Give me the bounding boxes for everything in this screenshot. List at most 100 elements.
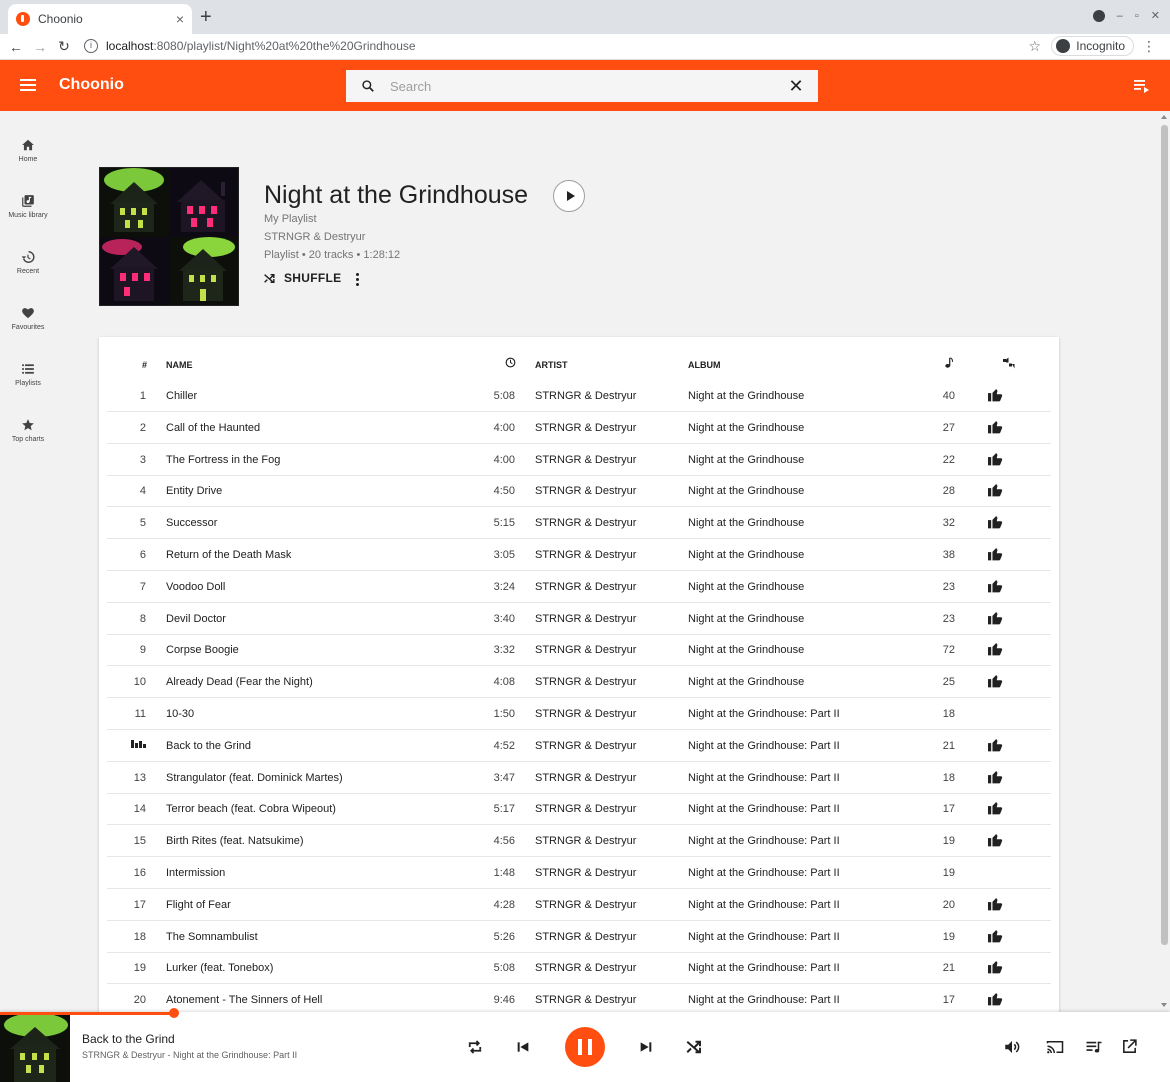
table-row[interactable]: 15 Birth Rites (feat. Natsukime) 4:56 STRNG… bbox=[107, 825, 1051, 858]
track-artist[interactable]: STRNGR & Destryur bbox=[535, 422, 636, 434]
thumbs-up-icon[interactable] bbox=[987, 770, 1003, 787]
table-row[interactable]: 1 Chiller 5:08 STRNGR & Destryur Night at th… bbox=[107, 380, 1051, 412]
thumbs-up-icon[interactable] bbox=[987, 515, 1003, 532]
app-brand[interactable]: Choonio bbox=[59, 76, 124, 94]
previous-track-icon[interactable] bbox=[515, 1038, 531, 1061]
track-name[interactable]: Corpse Boogie bbox=[166, 644, 239, 656]
duration-clock-icon[interactable] bbox=[505, 357, 516, 370]
thumbs-up-icon[interactable] bbox=[987, 738, 1003, 755]
track-album[interactable]: Night at the Grindhouse: Part II bbox=[688, 931, 840, 943]
track-name[interactable]: Lurker (feat. Tonebox) bbox=[166, 962, 273, 974]
nav-top-charts[interactable]: Top charts bbox=[0, 391, 56, 447]
track-artist[interactable]: STRNGR & Destryur bbox=[535, 867, 636, 879]
track-album[interactable]: Night at the Grindhouse bbox=[688, 422, 804, 434]
track-album[interactable]: Night at the Grindhouse: Part II bbox=[688, 867, 840, 879]
track-artist[interactable]: STRNGR & Destryur bbox=[535, 613, 636, 625]
track-name[interactable]: Birth Rites (feat. Natsukime) bbox=[166, 835, 304, 847]
track-artist[interactable]: STRNGR & Destryur bbox=[535, 549, 636, 561]
open-external-icon[interactable] bbox=[1121, 1038, 1138, 1060]
thumbs-up-icon[interactable] bbox=[987, 929, 1003, 946]
track-name[interactable]: Strangulator (feat. Dominick Martes) bbox=[166, 772, 343, 784]
header-artist[interactable]: ARTIST bbox=[535, 360, 568, 370]
clear-search-button[interactable]: ✕ bbox=[774, 76, 818, 97]
track-artist[interactable]: STRNGR & Destryur bbox=[535, 994, 636, 1006]
track-album[interactable]: Night at the Grindhouse bbox=[688, 549, 804, 561]
track-album[interactable]: Night at the Grindhouse bbox=[688, 613, 804, 625]
nav-music-library[interactable]: Music library bbox=[0, 167, 56, 223]
track-name[interactable]: 10-30 bbox=[166, 708, 194, 720]
track-album[interactable]: Night at the Grindhouse: Part II bbox=[688, 708, 840, 720]
track-artist[interactable]: STRNGR & Destryur bbox=[535, 740, 636, 752]
thumbs-up-icon[interactable] bbox=[987, 611, 1003, 628]
minimize-button[interactable]: – bbox=[1117, 10, 1123, 22]
browser-tab[interactable]: Choonio × bbox=[8, 4, 192, 34]
track-artist[interactable]: STRNGR & Destryur bbox=[535, 835, 636, 847]
thumbs-up-icon[interactable] bbox=[987, 579, 1003, 596]
track-album[interactable]: Night at the Grindhouse: Part II bbox=[688, 962, 840, 974]
queue-icon[interactable] bbox=[1134, 79, 1150, 98]
page-scrollbar[interactable] bbox=[1158, 111, 1170, 1011]
table-row[interactable]: 4 Entity Drive 4:50 STRNGR & Destryur Night … bbox=[107, 475, 1051, 508]
track-artist[interactable]: STRNGR & Destryur bbox=[535, 517, 636, 529]
track-name[interactable]: Back to the Grind bbox=[166, 740, 251, 752]
track-album[interactable]: Night at the Grindhouse bbox=[688, 517, 804, 529]
thumbs-up-icon[interactable] bbox=[987, 960, 1003, 977]
track-artist[interactable]: STRNGR & Destryur bbox=[535, 803, 636, 815]
playback-progress-handle[interactable] bbox=[169, 1008, 180, 1018]
nav-home[interactable]: Home bbox=[0, 111, 56, 167]
track-name[interactable]: Chiller bbox=[166, 390, 197, 402]
table-row[interactable]: 14 Terror beach (feat. Cobra Wipeout) 5:17… bbox=[107, 793, 1051, 826]
track-name[interactable]: Devil Doctor bbox=[166, 613, 226, 625]
track-artist[interactable]: STRNGR & Destryur bbox=[535, 581, 636, 593]
track-album[interactable]: Night at the Grindhouse bbox=[688, 390, 804, 402]
thumbs-up-icon[interactable] bbox=[987, 642, 1003, 659]
repeat-icon[interactable] bbox=[466, 1038, 484, 1061]
track-name[interactable]: Already Dead (Fear the Night) bbox=[166, 676, 313, 688]
pause-button[interactable] bbox=[565, 1027, 605, 1067]
table-row[interactable]: 10 Already Dead (Fear the Night) 4:08 STRNG… bbox=[107, 666, 1051, 699]
search-input[interactable] bbox=[390, 78, 774, 94]
volume-icon[interactable] bbox=[1003, 1038, 1021, 1061]
track-album[interactable]: Night at the Grindhouse: Part II bbox=[688, 803, 840, 815]
table-row[interactable]: 8 Devil Doctor 3:40 STRNGR & Destryur Night … bbox=[107, 603, 1051, 635]
track-artist[interactable]: STRNGR & Destryur bbox=[535, 454, 636, 466]
thumbs-up-icon[interactable] bbox=[987, 801, 1003, 818]
tab-close-button[interactable]: × bbox=[176, 11, 184, 27]
cast-icon[interactable] bbox=[1046, 1038, 1064, 1061]
track-album[interactable]: Night at the Grindhouse: Part II bbox=[688, 772, 840, 784]
track-name[interactable]: The Fortress in the Fog bbox=[166, 454, 280, 466]
track-name[interactable]: Terror beach (feat. Cobra Wipeout) bbox=[166, 803, 336, 815]
track-artist[interactable]: STRNGR & Destryur bbox=[535, 644, 636, 656]
scrollbar-thumb[interactable] bbox=[1161, 125, 1168, 945]
track-album[interactable]: Night at the Grindhouse: Part II bbox=[688, 994, 840, 1006]
track-name[interactable]: Call of the Haunted bbox=[166, 422, 260, 434]
thumbs-up-icon[interactable] bbox=[987, 547, 1003, 564]
track-album[interactable]: Night at the Grindhouse: Part II bbox=[688, 740, 840, 752]
thumbs-up-icon[interactable] bbox=[987, 452, 1003, 469]
table-row[interactable]: 16 Intermission 1:48 STRNGR & Destryur Night… bbox=[107, 857, 1051, 889]
maximize-button[interactable]: ▫ bbox=[1135, 10, 1139, 22]
nav-favourites[interactable]: Favourites bbox=[0, 279, 56, 335]
track-artist[interactable]: STRNGR & Destryur bbox=[535, 899, 636, 911]
track-name[interactable]: Voodoo Doll bbox=[166, 581, 225, 593]
table-row[interactable]: 13 Strangulator (feat. Dominick Martes) 3:… bbox=[107, 762, 1051, 794]
track-album[interactable]: Night at the Grindhouse bbox=[688, 644, 804, 656]
shuffle-toggle-icon[interactable] bbox=[685, 1038, 703, 1061]
forward-button[interactable]: → bbox=[28, 39, 52, 55]
playlist-owner[interactable]: My Playlist bbox=[264, 213, 317, 225]
scroll-down-arrow-icon[interactable] bbox=[1161, 1003, 1167, 1007]
nav-playlists[interactable]: Playlists bbox=[0, 335, 56, 391]
thumbs-up-icon[interactable] bbox=[987, 420, 1003, 437]
table-row[interactable]: Back to the Grind 4:52 STRNGR & Destryur Ni… bbox=[107, 730, 1051, 762]
table-row[interactable]: 11 10-30 1:50 STRNGR & Destryur Night at the… bbox=[107, 698, 1051, 730]
reload-button[interactable]: ↻ bbox=[52, 38, 76, 55]
track-name[interactable]: Flight of Fear bbox=[166, 899, 231, 911]
browser-menu-button[interactable]: ⋮ bbox=[1142, 38, 1156, 55]
track-artist[interactable]: STRNGR & Destryur bbox=[535, 485, 636, 497]
more-options-icon[interactable] bbox=[352, 273, 362, 287]
track-name[interactable]: The Somnambulist bbox=[166, 931, 258, 943]
track-album[interactable]: Night at the Grindhouse bbox=[688, 454, 804, 466]
incognito-badge[interactable]: Incognito bbox=[1051, 36, 1134, 56]
now-playing-cover-art[interactable] bbox=[0, 1015, 70, 1082]
track-artist[interactable]: STRNGR & Destryur bbox=[535, 708, 636, 720]
